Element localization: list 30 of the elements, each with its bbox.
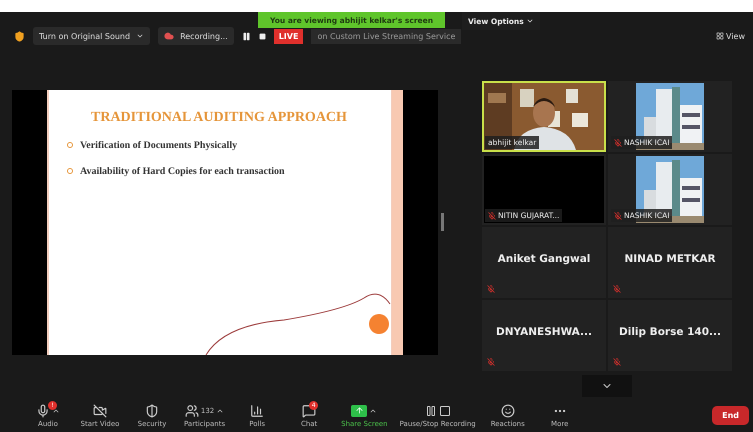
bullet-icon: [67, 142, 73, 148]
smiley-icon: [500, 404, 515, 418]
participant-name: Aniket Gangwal: [498, 252, 590, 264]
resize-handle[interactable]: [441, 213, 444, 231]
bullet-icon: [67, 168, 73, 174]
original-sound-button[interactable]: Turn on Original Sound: [33, 27, 150, 45]
caret-icon: [136, 32, 144, 40]
live-service-label: on Custom Live Streaming Service: [311, 28, 462, 44]
live-badge: LIVE: [274, 28, 304, 44]
bar-chart-icon: [250, 404, 264, 418]
recording-indicator: Recording...: [158, 27, 234, 45]
participant-name: DNYANESHWA...: [496, 326, 592, 338]
video-off-icon: [93, 404, 107, 418]
slide-title: TRADITIONAL AUDITING APPROACH: [91, 110, 348, 126]
slide-bullet: Availability of Hard Copies for each transaction: [80, 166, 285, 176]
view-button[interactable]: View: [716, 32, 745, 40]
end-button[interactable]: End: [712, 406, 749, 424]
stop-icon[interactable]: [258, 32, 266, 40]
people-icon: [184, 404, 199, 418]
grid-icon: [716, 32, 724, 40]
slide-bullet: Verification of Documents Physically: [80, 140, 238, 150]
pause-stop-icon: [424, 404, 451, 416]
pause-icon[interactable]: [242, 32, 251, 40]
microphone-icon: [36, 404, 50, 418]
caret-icon: [526, 17, 534, 25]
share-screen-icon: [351, 404, 368, 416]
participant-name: Dilip Borse 140...: [619, 326, 721, 338]
chat-icon: [302, 404, 316, 418]
participant-name: NINAD METKAR: [624, 252, 716, 264]
shield-icon: [145, 404, 159, 418]
